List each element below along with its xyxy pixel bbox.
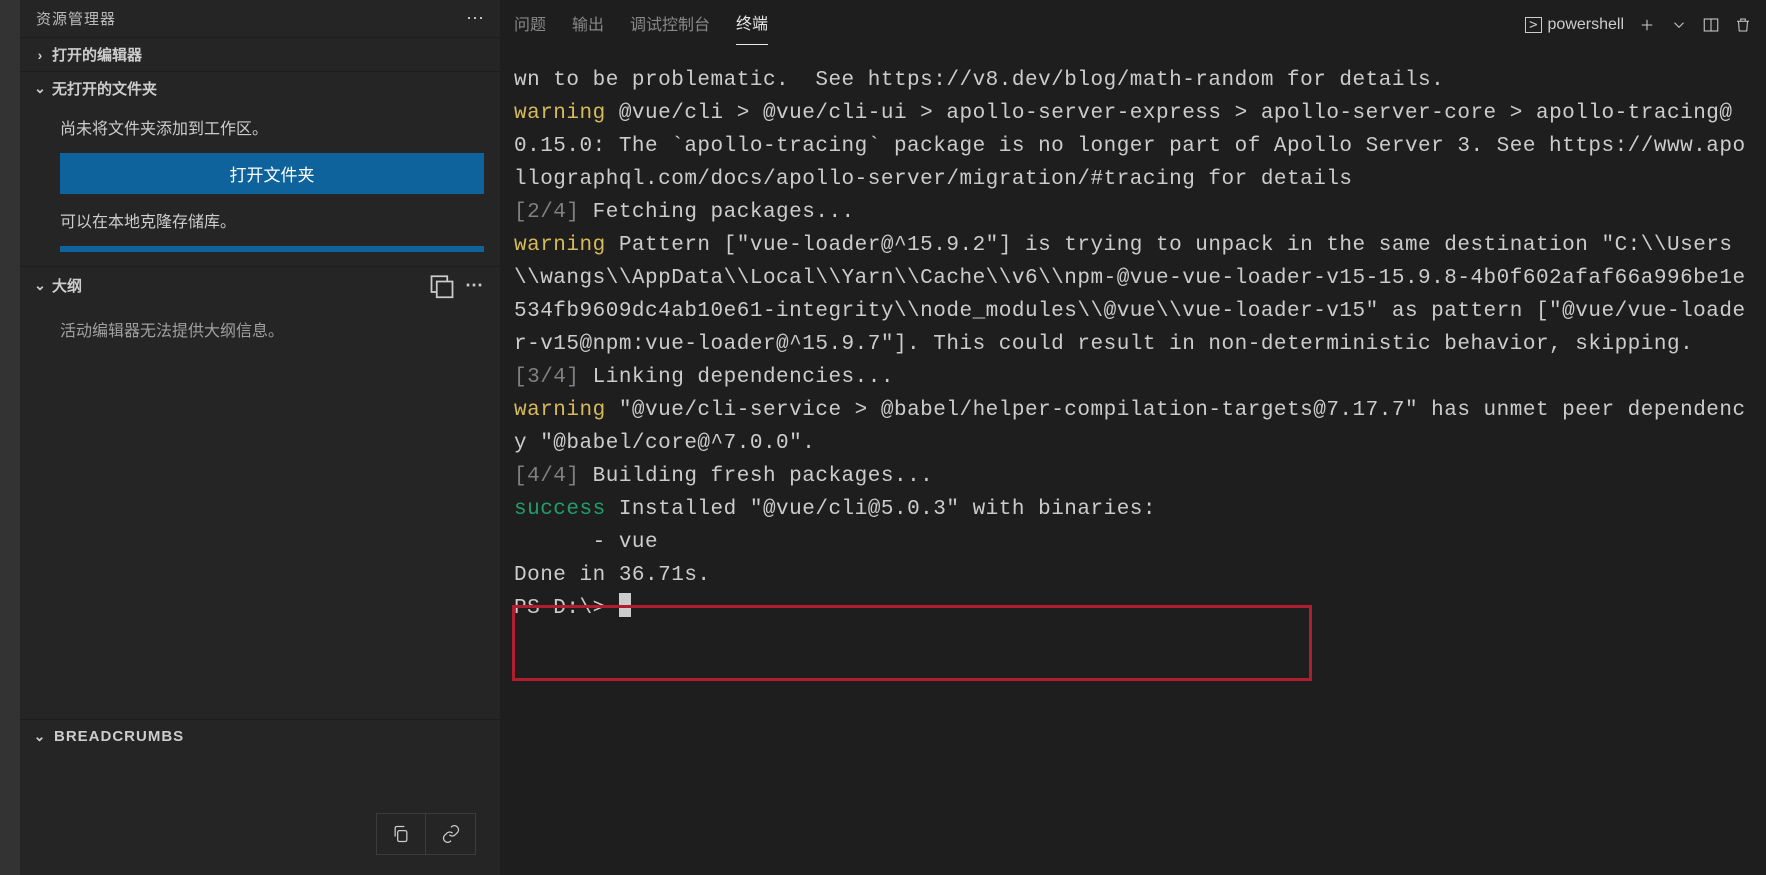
- shell-indicator[interactable]: > powershell: [1525, 16, 1624, 34]
- open-folder-button[interactable]: 打开文件夹: [60, 153, 484, 194]
- chevron-down-icon: ⌄: [32, 728, 48, 745]
- cursor: [619, 593, 631, 617]
- split-terminal-icon[interactable]: [1702, 16, 1720, 34]
- no-folder-body: 尚未将文件夹添加到工作区。 打开文件夹 可以在本地克隆存储库。: [20, 105, 500, 266]
- panel-tabs: 问题 输出 调试控制台 终端 > powershell: [500, 0, 1766, 46]
- outline-body: 活动编辑器无法提供大纲信息。: [20, 303, 500, 355]
- terminal-line: Pattern ["vue-loader@^15.9.2"] is trying…: [514, 234, 1746, 356]
- no-folder-label: 无打开的文件夹: [52, 78, 157, 99]
- no-folder-message: 尚未将文件夹添加到工作区。: [60, 115, 484, 139]
- terminal-line: @vue/cli > @vue/cli-ui > apollo-server-e…: [514, 102, 1746, 191]
- terminal-line: "@vue/cli-service > @babel/helper-compil…: [514, 399, 1746, 455]
- terminal-line: Building fresh packages...: [580, 465, 934, 488]
- outline-header[interactable]: ⌄ 大纲 ⋯: [20, 267, 500, 303]
- more-icon[interactable]: ⋯: [466, 8, 484, 29]
- new-terminal-icon[interactable]: [1638, 16, 1656, 34]
- chevron-down-icon: ⌄: [32, 277, 48, 294]
- tab-terminal[interactable]: 终端: [736, 4, 768, 45]
- sidebar: 资源管理器 ⋯ › 打开的编辑器 ⌄ 无打开的文件夹 尚未将文件夹添加到工作区。…: [20, 0, 500, 875]
- chevron-down-icon: ⌄: [32, 80, 48, 97]
- success-label: success: [514, 498, 606, 521]
- terminal-line: - vue: [514, 531, 658, 554]
- activity-bar: [0, 0, 20, 875]
- link-icon[interactable]: [426, 813, 476, 855]
- terminal-line: Fetching packages...: [580, 201, 855, 224]
- step-label: [2/4]: [514, 201, 580, 224]
- breadcrumbs-header[interactable]: ⌄ BREADCRUMBS: [20, 720, 500, 753]
- step-label: [4/4]: [514, 465, 580, 488]
- warning-label: warning: [514, 234, 606, 257]
- terminal-output[interactable]: wn to be problematic. See https://v8.dev…: [500, 46, 1766, 875]
- clone-repo-message: 可以在本地克隆存储库。: [60, 208, 484, 232]
- clone-button-strip[interactable]: [60, 246, 484, 252]
- terminal-line: Linking dependencies...: [580, 366, 894, 389]
- terminal-line: wn to be problematic. See https://v8.dev…: [514, 69, 1444, 92]
- tab-problems[interactable]: 问题: [514, 5, 546, 45]
- terminal-shell-icon: >: [1525, 17, 1541, 33]
- trash-icon[interactable]: [1734, 16, 1752, 34]
- copy-icon[interactable]: [376, 813, 426, 855]
- tab-output[interactable]: 输出: [572, 5, 604, 45]
- open-editors-section: › 打开的编辑器: [20, 37, 500, 71]
- prompt: PS D:\>: [514, 597, 619, 620]
- outline-label: 大纲: [52, 275, 82, 296]
- more-icon[interactable]: ⋯: [460, 273, 488, 297]
- collapse-icon[interactable]: [428, 273, 456, 297]
- chevron-right-icon: ›: [32, 47, 48, 63]
- step-label: [3/4]: [514, 366, 580, 389]
- shell-name: powershell: [1548, 16, 1624, 34]
- no-folder-section: ⌄ 无打开的文件夹 尚未将文件夹添加到工作区。 打开文件夹 可以在本地克隆存储库…: [20, 71, 500, 266]
- open-editors-label: 打开的编辑器: [52, 44, 142, 65]
- warning-label: warning: [514, 102, 606, 125]
- main-panel: 问题 输出 调试控制台 终端 > powershell wn to be pro…: [500, 0, 1766, 875]
- no-folder-header[interactable]: ⌄ 无打开的文件夹: [20, 72, 500, 105]
- outline-empty-message: 活动编辑器无法提供大纲信息。: [60, 317, 484, 341]
- explorer-title: 资源管理器: [36, 8, 116, 29]
- terminal-line: Done in 36.71s.: [514, 564, 711, 587]
- open-editors-header[interactable]: › 打开的编辑器: [20, 38, 500, 71]
- warning-label: warning: [514, 399, 606, 422]
- terminal-line: Installed "@vue/cli@5.0.3" with binaries…: [606, 498, 1156, 521]
- sidebar-header: 资源管理器 ⋯: [20, 0, 500, 37]
- tab-debug-console[interactable]: 调试控制台: [630, 5, 710, 45]
- terminal-dropdown-icon[interactable]: [1670, 16, 1688, 34]
- panel-actions: > powershell: [1525, 16, 1752, 34]
- breadcrumbs-icons: [20, 753, 500, 875]
- outline-section: ⌄ 大纲 ⋯ 活动编辑器无法提供大纲信息。: [20, 266, 500, 355]
- breadcrumbs-section: ⌄ BREADCRUMBS: [20, 719, 500, 875]
- breadcrumbs-label: BREADCRUMBS: [54, 728, 184, 745]
